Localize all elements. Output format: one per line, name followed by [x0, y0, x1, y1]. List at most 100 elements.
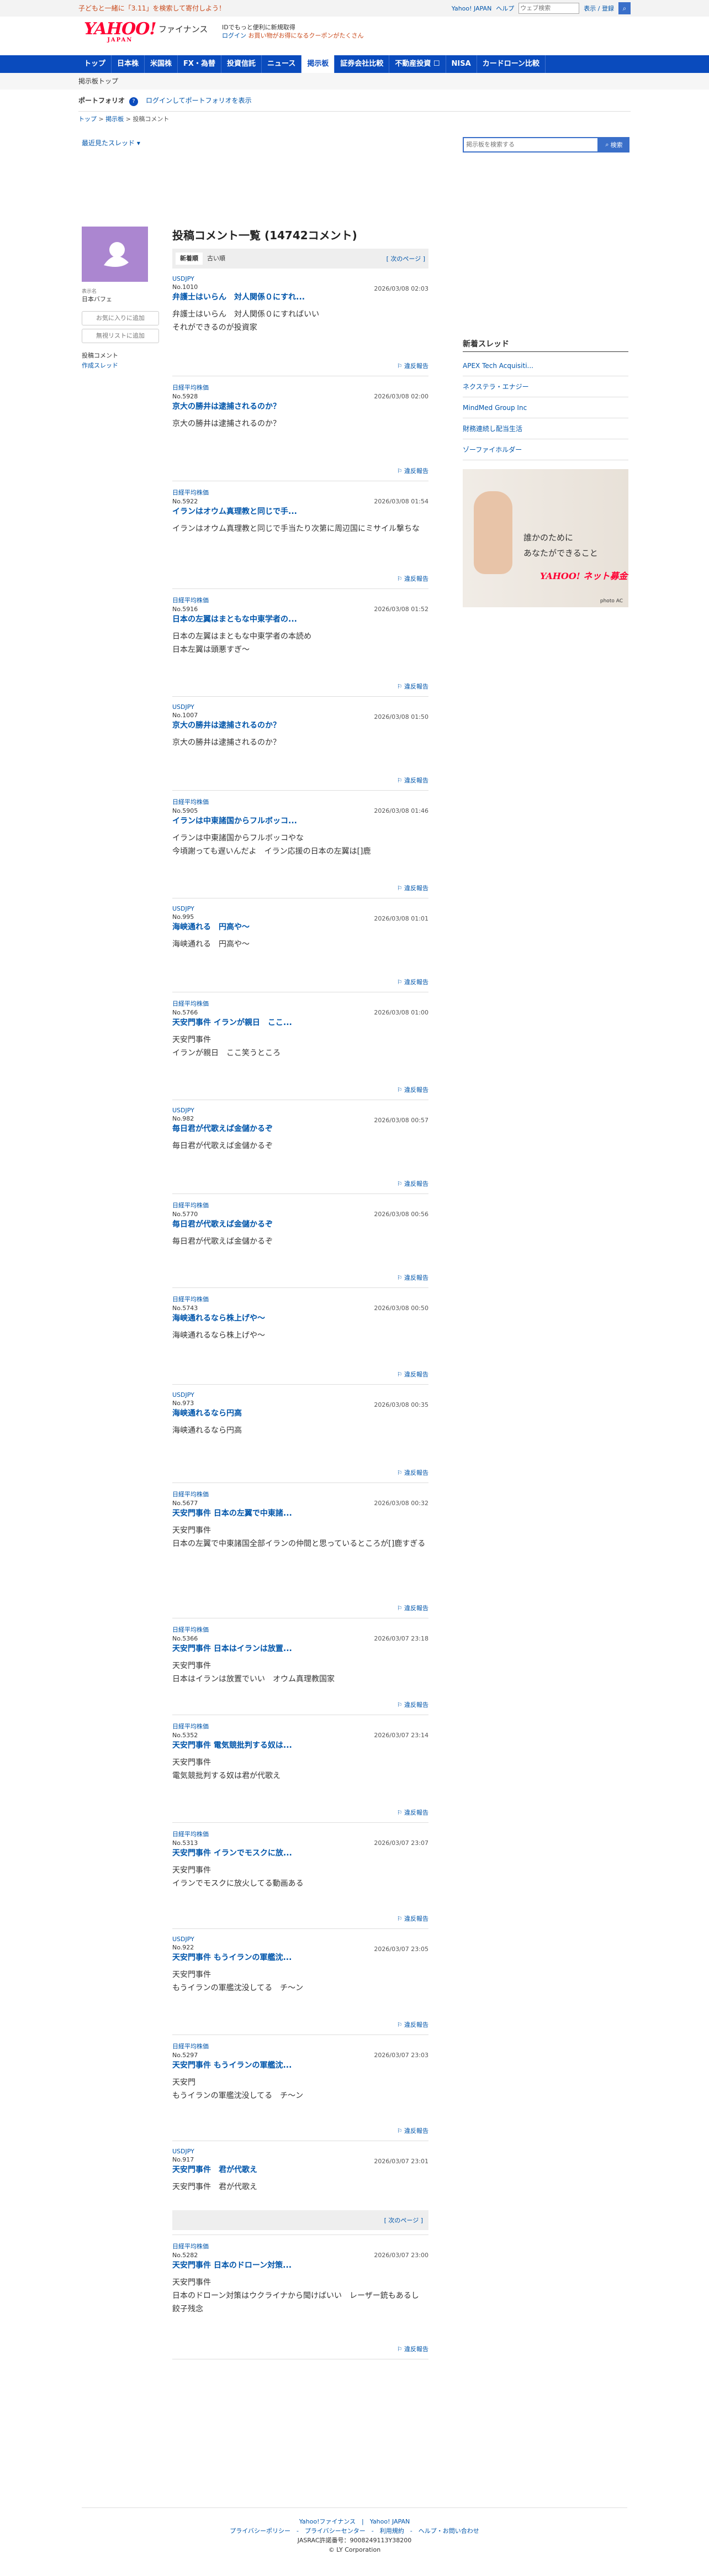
report-link[interactable]: ⚐ 違反報告 [397, 682, 428, 691]
report-link[interactable]: ⚐ 違反報告 [397, 977, 428, 986]
post-board-link[interactable]: USDJPY [172, 275, 428, 282]
nav-item[interactable]: 日本株 [112, 55, 145, 73]
add-ignore-button[interactable]: 無視リストに追加 [82, 329, 159, 343]
post-title[interactable]: 天安門事件 もうイランの軍艦沈... [172, 2059, 428, 2070]
report-link[interactable]: ⚐ 違反報告 [397, 1700, 428, 1709]
login-link[interactable]: ログイン [222, 32, 246, 39]
board-search-button[interactable]: ⌕ 検索 [599, 137, 629, 153]
nav-item[interactable]: カードローン比較 [477, 55, 546, 73]
next-page-link[interactable]: [ 次のページ ] [387, 254, 425, 263]
ad-banner[interactable]: 誰かのために あなたができること YAHOO! ネット募金 photo AC [463, 469, 628, 607]
threads-link[interactable]: 作成スレッド [82, 362, 118, 369]
post-board-link[interactable]: 日経平均株価 [172, 1722, 428, 1731]
board-search-input[interactable] [463, 137, 599, 153]
new-thread-link[interactable]: 財務連続し配当生活 [463, 418, 628, 439]
top-misc[interactable]: 表示 / 登録 [584, 4, 614, 13]
posts-link[interactable]: 投稿コメント [82, 351, 159, 361]
post-board-link[interactable]: 日経平均株価 [172, 1625, 428, 1634]
new-thread-link[interactable]: ネクステラ・エナジー [463, 376, 628, 397]
next-page-link-bottom[interactable]: [ 次のページ ] [384, 2216, 423, 2225]
post-title[interactable]: 天安門事件 君が代歌え [172, 2164, 428, 2175]
help-icon[interactable]: ? [129, 97, 139, 106]
post-board-link[interactable]: 日経平均株価 [172, 2242, 428, 2251]
post-board-link[interactable]: 日経平均株価 [172, 999, 428, 1008]
post-board-link[interactable]: USDJPY [172, 2148, 428, 2155]
post-title[interactable]: 海峡通れるなら円高 [172, 1407, 428, 1418]
report-link[interactable]: ⚐ 違反報告 [397, 1179, 428, 1188]
post-title[interactable]: 毎日君が代歌えば金儲かるぞ [172, 1218, 428, 1229]
post-title[interactable]: 日本の左翼はまともな中東学者の... [172, 613, 428, 624]
post-title[interactable]: 天安門事件 電気競批判する奴は... [172, 1739, 428, 1750]
post-board-link[interactable]: 日経平均株価 [172, 1295, 428, 1303]
post-board-link[interactable]: 日経平均株価 [172, 1201, 428, 1210]
nav-item[interactable]: FX・為替 [178, 55, 221, 73]
new-thread-link[interactable]: MindMed Group Inc [463, 397, 628, 418]
post-title[interactable]: 京大の勝井は逮捕されるのか？ [172, 401, 428, 412]
report-link[interactable]: ⚐ 違反報告 [397, 361, 428, 370]
post-title[interactable]: 天安門事件 日本はイランは放置... [172, 1643, 428, 1654]
tab-old[interactable]: 古い順 [203, 253, 230, 265]
web-search-input[interactable] [518, 3, 580, 14]
tab-new[interactable]: 新着順 [176, 253, 203, 265]
footer-links-2[interactable]: プライバシーポリシー - プライバシーセンター - 利用規約 - ヘルプ・お問い… [82, 2526, 627, 2536]
report-link[interactable]: ⚐ 違反報告 [397, 2344, 428, 2353]
post-board-link[interactable]: USDJPY [172, 1936, 428, 1943]
post-board-link[interactable]: USDJPY [172, 1107, 428, 1114]
post-board-link[interactable]: 日経平均株価 [172, 596, 428, 604]
report-link[interactable]: ⚐ 違反報告 [397, 1273, 428, 1282]
post-board-link[interactable]: 日経平均株価 [172, 797, 428, 806]
nav-item[interactable]: 証券会社比較 [335, 55, 390, 73]
post-title[interactable]: 海峡通れる 円高や〜 [172, 921, 428, 932]
post-title[interactable]: イランはオウム真理教と同じで手... [172, 506, 428, 517]
report-link[interactable]: ⚐ 違反報告 [397, 1808, 428, 1817]
report-link[interactable]: ⚐ 違反報告 [397, 574, 428, 583]
service-name[interactable]: ファイナンス [158, 23, 208, 35]
nav-item[interactable]: 米国株 [145, 55, 178, 73]
post-title[interactable]: 海峡通れるなら株上げや〜 [172, 1312, 428, 1323]
report-link[interactable]: ⚐ 違反報告 [397, 1604, 428, 1612]
report-link[interactable]: ⚐ 違反報告 [397, 2020, 428, 2029]
nav-item[interactable]: 不動産投資 ☐ [389, 55, 446, 73]
search-icon[interactable]: ⌕ [618, 2, 631, 14]
report-link[interactable]: ⚐ 違反報告 [397, 1085, 428, 1094]
report-link[interactable]: ⚐ 違反報告 [397, 1468, 428, 1477]
post-title[interactable]: 弁護士はいらん 対人関係０にすれ... [172, 291, 428, 302]
recent-threads-dropdown[interactable]: 最近見たスレッド ▾ [82, 138, 140, 148]
post-title[interactable]: 天安門事件 もうイランの軍艦沈... [172, 1952, 428, 1963]
post-title[interactable]: 天安門事件 日本のドローン対策... [172, 2259, 428, 2270]
portfolio-login-link[interactable]: ログインしてポートフォリオを表示 [146, 97, 252, 104]
report-link[interactable]: ⚐ 違反報告 [397, 1914, 428, 1923]
add-favorite-button[interactable]: お気に入りに追加 [82, 311, 159, 325]
yahoo-japan-link[interactable]: Yahoo! JAPAN [452, 5, 492, 12]
nav-item[interactable]: NISA [446, 55, 477, 73]
breadcrumb-board[interactable]: 掲示板 [105, 115, 124, 123]
post-title[interactable]: 毎日君が代歌えば金儲かるぞ [172, 1123, 428, 1134]
post-board-link[interactable]: 日経平均株価 [172, 383, 428, 392]
post-board-link[interactable]: 日経平均株価 [172, 488, 428, 497]
nav-item[interactable]: トップ [78, 55, 112, 73]
report-link[interactable]: ⚐ 違反報告 [397, 884, 428, 892]
report-link[interactable]: ⚐ 違反報告 [397, 776, 428, 785]
nav-item[interactable]: 投資信託 [221, 55, 262, 73]
post-board-link[interactable]: 日経平均株価 [172, 1830, 428, 1838]
id-promo[interactable]: IDでもっと便利に新規取得 [222, 23, 364, 31]
report-link[interactable]: ⚐ 違反報告 [397, 1370, 428, 1379]
post-board-link[interactable]: USDJPY [172, 905, 428, 912]
new-thread-link[interactable]: ゾーファイホルダー [463, 439, 628, 460]
report-link[interactable]: ⚐ 違反報告 [397, 2126, 428, 2135]
coupon-link[interactable]: お買い物がお得になるクーポンがたくさん [248, 32, 364, 39]
post-board-link[interactable]: 日経平均株価 [172, 2042, 428, 2051]
report-link[interactable]: ⚐ 違反報告 [397, 466, 428, 475]
post-title[interactable]: 天安門事件 日本の左翼で中東諸... [172, 1507, 428, 1518]
nav-item[interactable]: ニュース [262, 55, 302, 73]
post-board-link[interactable]: 日経平均株価 [172, 1490, 428, 1499]
post-board-link[interactable]: USDJPY [172, 1391, 428, 1399]
post-title[interactable]: イランは中東諸国からフルボッコ... [172, 815, 428, 826]
post-title[interactable]: 天安門事件 イランが親日 ここ... [172, 1017, 428, 1028]
help-link[interactable]: ヘルプ [496, 4, 514, 13]
nav-item[interactable]: 掲示板 [301, 55, 335, 73]
new-thread-link[interactable]: APEX Tech Acquisiti... [463, 355, 628, 376]
promo-link[interactable]: 子どもと一緒に「3.11」を検索して寄付しよう！ [78, 3, 225, 13]
post-board-link[interactable]: USDJPY [172, 703, 428, 711]
footer-links-1[interactable]: Yahoo!ファイナンス | Yahoo! JAPAN [82, 2517, 627, 2526]
